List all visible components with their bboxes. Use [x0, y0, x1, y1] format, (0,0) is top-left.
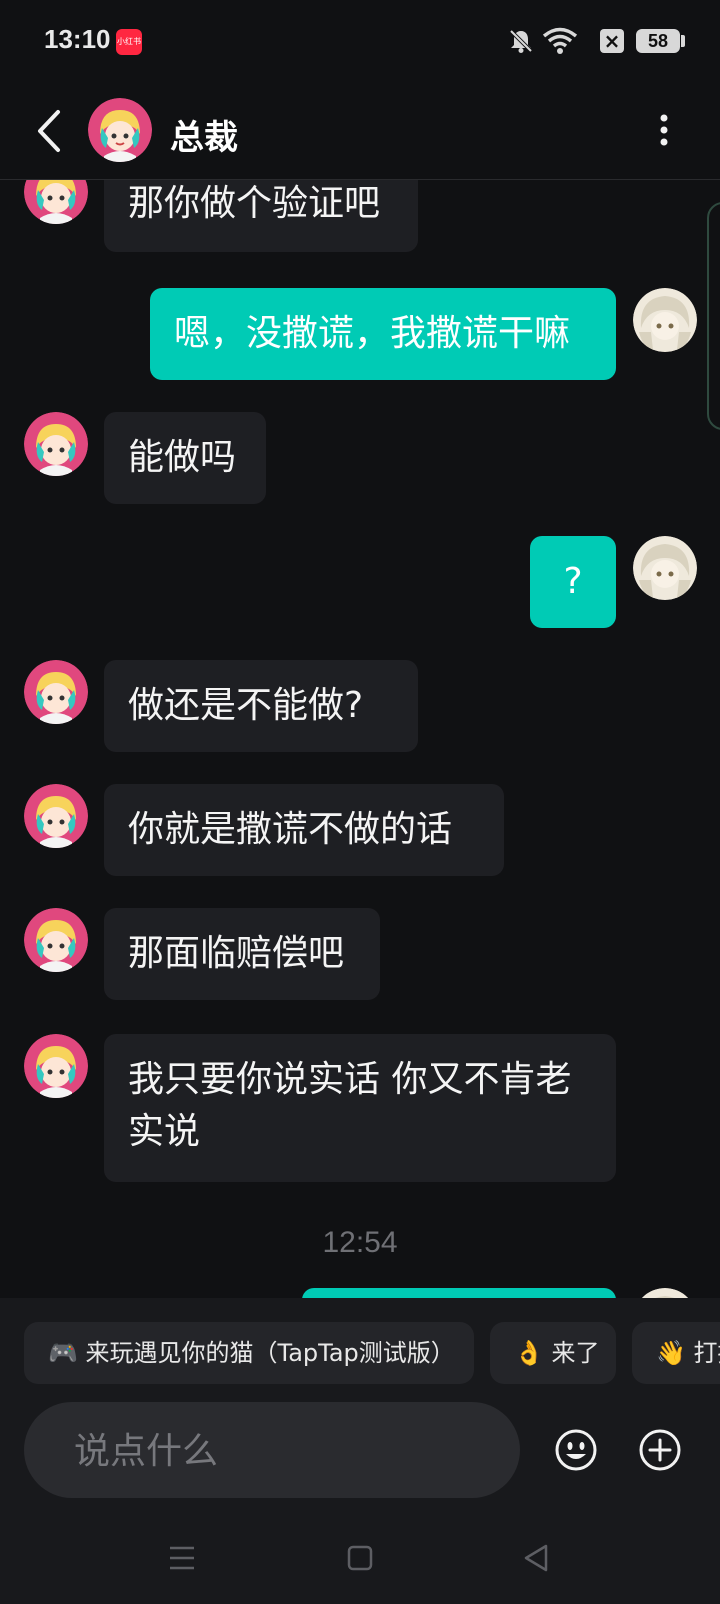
- message-bubble[interactable]: 我只要你说实话 你又不肯老实说: [104, 1034, 616, 1182]
- quick-reply-label: 来玩遇见你的猫（TapTap测试版）: [85, 1339, 455, 1367]
- quick-reply-chip[interactable]: 👋 打招呼: [632, 1322, 720, 1384]
- emoji-button[interactable]: [554, 1428, 598, 1472]
- anime-girl-avatar-icon: [24, 908, 88, 972]
- time-separator: 12:54: [322, 1226, 398, 1259]
- quick-reply-row[interactable]: 🎮 来玩遇见你的猫（TapTap测试版） 👌 来了 👋 打招呼: [0, 1322, 720, 1384]
- bottom-panel: 🎮 来玩遇见你的猫（TapTap测试版） 👌 来了 👋 打招呼: [0, 1298, 720, 1604]
- user-avatar[interactable]: [633, 1288, 697, 1298]
- message-bubble[interactable]: 那面临赔偿吧: [104, 908, 380, 1000]
- chat-area[interactable]: 那你做个验证吧 嗯，没撒谎，我撒谎干嘛 能做吗 ? 做还是不能做? 你就是撒谎不…: [0, 180, 720, 1298]
- message-bubble[interactable]: [302, 1288, 616, 1298]
- message-bubble[interactable]: 嗯，没撒谎，我撒谎干嘛: [150, 288, 616, 380]
- message-bubble[interactable]: 那你做个验证吧: [104, 180, 418, 252]
- wave-icon: 👋: [656, 1339, 686, 1367]
- user-avatar-icon: [633, 536, 697, 600]
- contact-avatar[interactable]: [24, 180, 88, 224]
- quick-reply-chip[interactable]: 🎮 来玩遇见你的猫（TapTap测试版）: [24, 1322, 474, 1384]
- status-time: 13:10: [44, 24, 111, 54]
- anime-girl-avatar-icon: [24, 1034, 88, 1098]
- sim-off-icon: ×: [600, 29, 624, 53]
- contact-avatar[interactable]: [24, 660, 88, 724]
- quick-reply-label: 来了: [551, 1339, 600, 1367]
- home-nav-button[interactable]: [338, 1536, 382, 1580]
- message-bubble[interactable]: 做还是不能做?: [104, 660, 418, 752]
- user-avatar-icon: [633, 288, 697, 352]
- message-bubble[interactable]: 能做吗: [104, 412, 266, 504]
- ok-hand-icon: 👌: [514, 1339, 544, 1367]
- quick-reply-chip[interactable]: 👌 来了: [490, 1322, 616, 1384]
- anime-girl-avatar-icon: [24, 180, 88, 224]
- battery-icon: 58: [636, 29, 680, 53]
- menu-nav-button[interactable]: [160, 1536, 204, 1580]
- smiley-icon: [555, 1429, 597, 1471]
- contact-avatar[interactable]: [88, 98, 152, 162]
- message-input-container[interactable]: [24, 1402, 520, 1500]
- chat-header: 总裁: [0, 84, 720, 180]
- more-options-button[interactable]: [652, 110, 676, 150]
- system-navigation-bar: [0, 1508, 720, 1604]
- add-attachment-button[interactable]: [638, 1428, 682, 1472]
- chat-title: 总裁: [170, 118, 238, 158]
- bell-muted-icon: [509, 29, 533, 53]
- anime-girl-avatar-icon: [88, 98, 152, 162]
- message-bubble[interactable]: ?: [530, 536, 616, 628]
- plus-circle-icon: [639, 1429, 681, 1471]
- anime-girl-avatar-icon: [24, 412, 88, 476]
- message-input[interactable]: [72, 1402, 496, 1500]
- xiaohongshu-app-icon: 小红书: [116, 29, 142, 55]
- quick-reply-label: 打招呼: [693, 1339, 720, 1367]
- anime-girl-avatar-icon: [24, 660, 88, 724]
- more-vertical-icon: [660, 114, 668, 146]
- contact-avatar[interactable]: [24, 1034, 88, 1098]
- contact-avatar[interactable]: [24, 908, 88, 972]
- message-bubble[interactable]: 你就是撒谎不做的话: [104, 784, 504, 876]
- status-bar: 13:10 小红书 × 58: [0, 0, 720, 84]
- anime-girl-avatar-icon: [24, 784, 88, 848]
- triangle-back-icon: [524, 1544, 548, 1572]
- status-icons: × 58: [480, 0, 720, 84]
- wifi-icon: [542, 27, 578, 54]
- back-button[interactable]: [30, 106, 74, 156]
- chevron-left-icon: [38, 110, 60, 152]
- battery-cap: [681, 35, 685, 47]
- user-avatar-icon: [641, 1288, 689, 1298]
- menu-icon: [170, 1546, 194, 1570]
- user-avatar[interactable]: [633, 288, 697, 352]
- back-nav-button[interactable]: [514, 1536, 558, 1580]
- side-widget: [707, 202, 720, 430]
- contact-avatar[interactable]: [24, 412, 88, 476]
- square-icon: [347, 1545, 373, 1571]
- user-avatar[interactable]: [633, 536, 697, 600]
- gamepad-icon: 🎮: [48, 1339, 78, 1367]
- contact-avatar[interactable]: [24, 784, 88, 848]
